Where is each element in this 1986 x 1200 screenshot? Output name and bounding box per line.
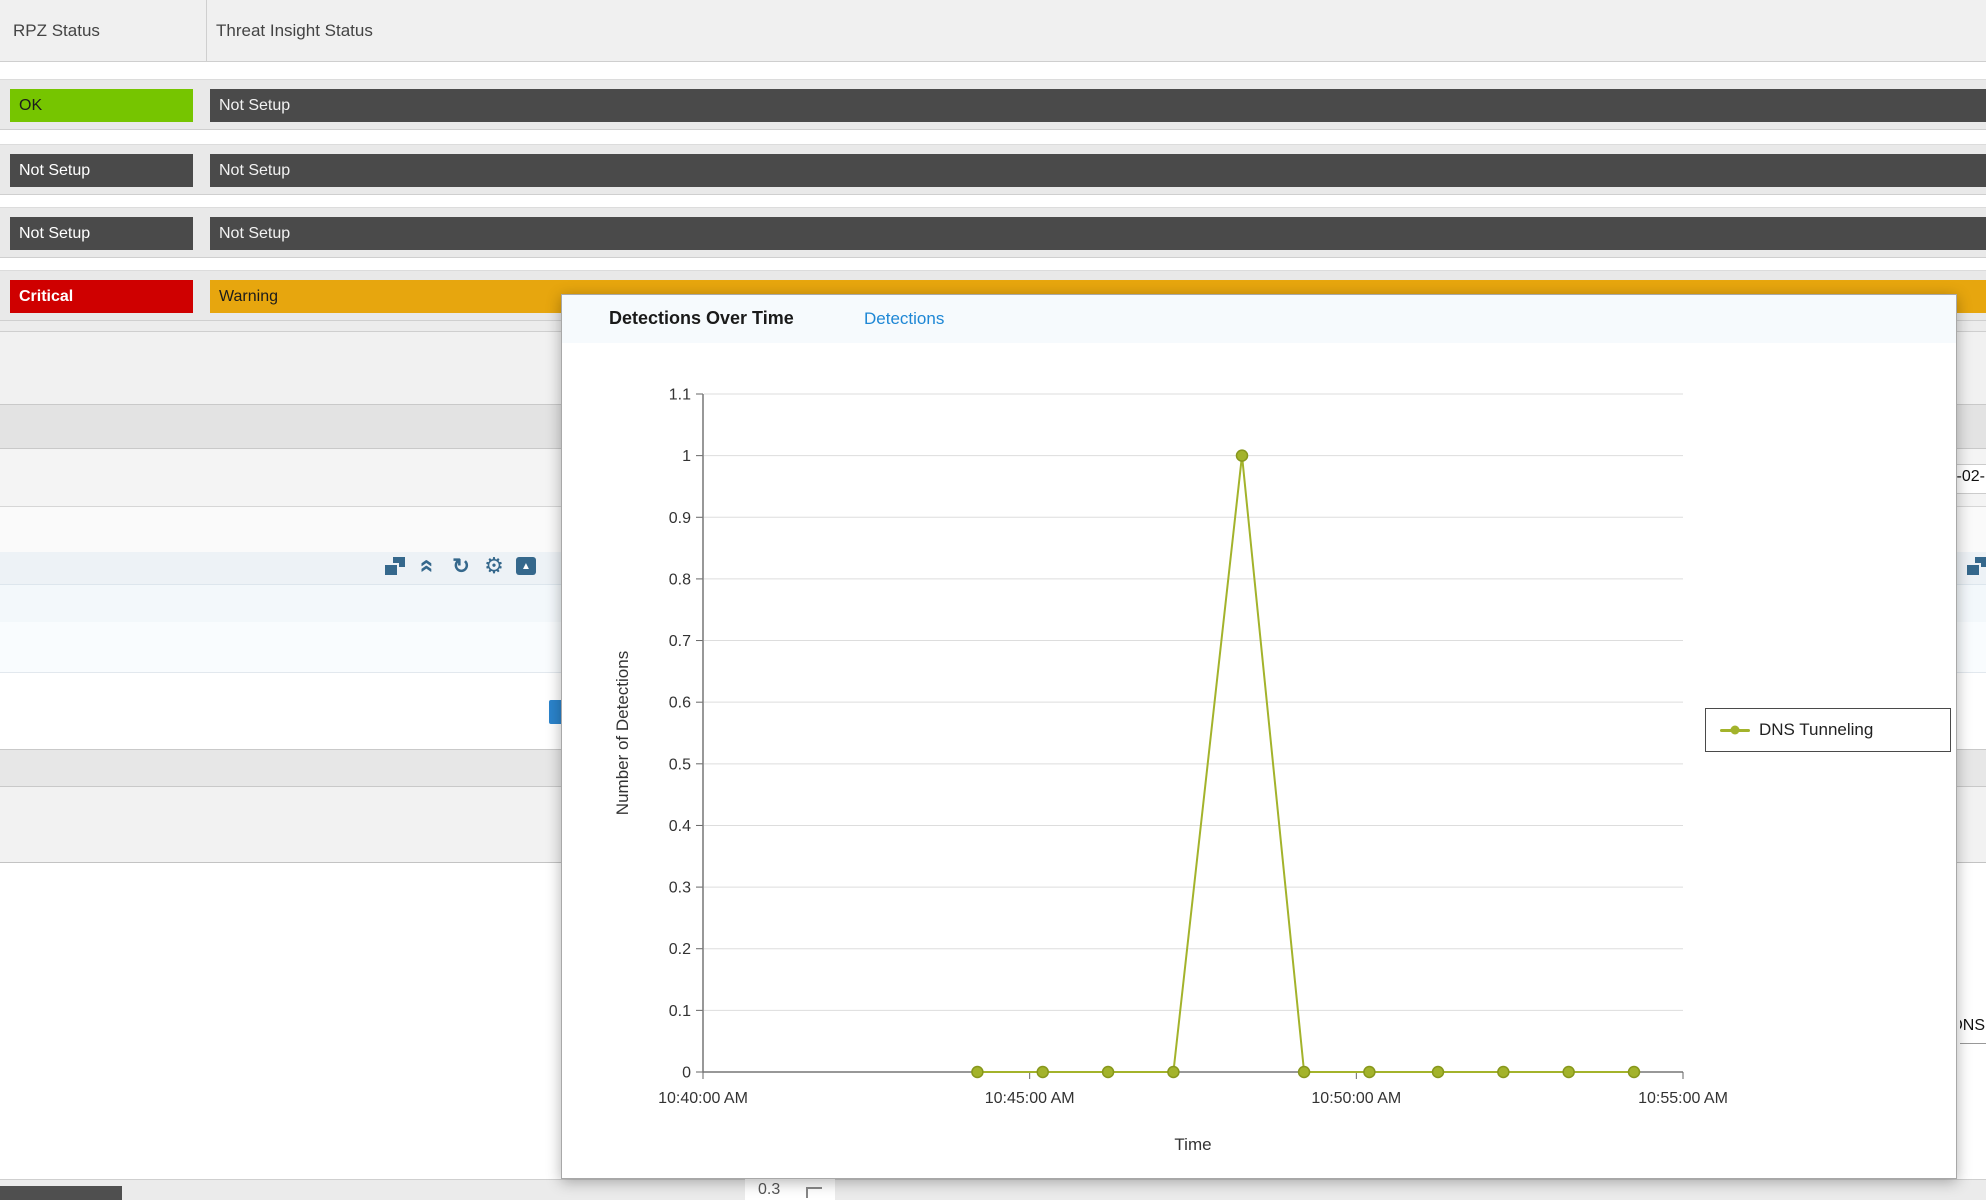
rpz-status-badge: Not Setup [10, 217, 193, 250]
copy-window-icon[interactable] [384, 556, 406, 576]
detections-popup: Detections Over Time Detections 00.10.20… [561, 294, 1957, 1179]
threat-insight-status-bar: Not Setup [210, 154, 1986, 187]
partial-date-cell: -02- [1954, 464, 1986, 494]
rpz-status-badge: Critical [10, 280, 193, 313]
status-row[interactable]: OK Not Setup [0, 79, 1986, 130]
svg-text:0.4: 0.4 [669, 818, 691, 835]
refresh-icon[interactable]: ↻ [450, 556, 472, 576]
partial-axis-tick-label: 0.3 [758, 1181, 780, 1199]
svg-text:0.1: 0.1 [669, 1003, 691, 1020]
column-header-threat-insight-status: Threat Insight Status [216, 0, 373, 61]
svg-text:1.1: 1.1 [669, 387, 691, 404]
status-row[interactable]: Not Setup Not Setup [0, 207, 1986, 258]
svg-text:10:50:00 AM: 10:50:00 AM [1311, 1090, 1401, 1107]
svg-text:10:40:00 AM: 10:40:00 AM [658, 1090, 748, 1107]
partial-axis-corner [806, 1187, 822, 1198]
svg-text:1: 1 [682, 448, 691, 465]
svg-text:10:45:00 AM: 10:45:00 AM [985, 1090, 1075, 1107]
background-band [0, 1179, 1986, 1200]
svg-text:0.8: 0.8 [669, 571, 691, 588]
screen: RPZ Status Threat Insight Status OK Not … [0, 0, 1986, 1200]
legend-line-sample [1720, 729, 1750, 732]
export-icon[interactable]: ▲ [516, 557, 536, 575]
svg-text:0.9: 0.9 [669, 510, 691, 527]
partial-dark-bar [0, 1186, 122, 1200]
status-table-header: RPZ Status Threat Insight Status [0, 0, 1986, 62]
rpz-status-badge: Not Setup [10, 154, 193, 187]
collapse-icon[interactable]: « [418, 555, 438, 577]
settings-icon[interactable]: ⚙ [483, 556, 505, 576]
copy-window-icon[interactable] [1966, 556, 1986, 576]
threat-insight-status-bar: Not Setup [210, 217, 1986, 250]
threat-insight-status-bar: Not Setup [210, 89, 1986, 122]
legend-label: DNS Tunneling [1759, 720, 1873, 740]
column-divider [206, 0, 207, 61]
svg-text:0.7: 0.7 [669, 633, 691, 650]
column-header-rpz-status: RPZ Status [13, 0, 100, 61]
svg-text:0: 0 [682, 1065, 691, 1082]
svg-text:0.3: 0.3 [669, 880, 691, 897]
chart-x-axis-label: Time [1174, 1135, 1211, 1155]
partial-table-cell: DNS [1960, 1013, 1986, 1044]
svg-text:0.5: 0.5 [669, 756, 691, 773]
widget-toolbar-fragment: « [1966, 556, 1986, 576]
svg-text:0.6: 0.6 [669, 695, 691, 712]
rpz-status-badge: OK [10, 89, 193, 122]
status-row[interactable]: Not Setup Not Setup [0, 144, 1986, 195]
svg-text:0.2: 0.2 [669, 941, 691, 958]
chart-legend[interactable]: DNS Tunneling [1705, 708, 1951, 752]
legend-dot [1731, 726, 1740, 735]
chart-y-axis-label: Number of Detections [613, 651, 633, 815]
widget-toolbar: « ↻ ⚙ ▲ [384, 556, 547, 576]
svg-text:10:55:00 AM: 10:55:00 AM [1638, 1090, 1728, 1107]
